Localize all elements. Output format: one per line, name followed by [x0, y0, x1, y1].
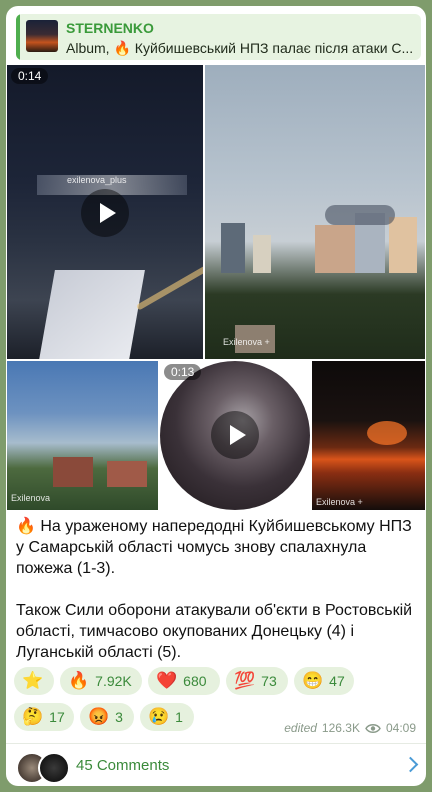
grin-icon: 😁 [302, 671, 324, 690]
view-count: 126.3K [321, 721, 360, 735]
reaction-cry[interactable]: 😢 1 [140, 703, 194, 731]
reaction-heart[interactable]: ❤️ 680 [148, 667, 220, 695]
forwarded-reply-preview[interactable]: STERNENKO Album, 🔥 Куйбишевський НПЗ пал… [16, 14, 421, 60]
reaction-count: 73 [261, 673, 277, 689]
red-building [53, 457, 93, 487]
watermark: Exilenova + [316, 497, 363, 507]
play-icon[interactable] [81, 189, 129, 237]
reaction-count: 17 [49, 709, 65, 725]
chevron-right-icon [402, 756, 419, 773]
reaction-thinking[interactable]: 🤔 17 [14, 703, 74, 731]
edited-label: edited [284, 721, 317, 735]
comments-label: 45 Comments [76, 757, 170, 774]
media-photo-3[interactable]: Exilenova [7, 361, 158, 510]
video-duration-badge: 0:14 [11, 68, 49, 84]
comments-button[interactable]: 45 Comments [6, 744, 426, 786]
road-lights [135, 265, 203, 311]
reply-thumbnail [26, 20, 58, 52]
message-time: 04:09 [385, 721, 416, 735]
reaction-angry[interactable]: 😡 3 [80, 703, 134, 731]
reply-preview-text: Album, 🔥 Куйбишевський НПЗ палає після а… [66, 40, 414, 56]
reaction-count: 47 [329, 673, 345, 689]
heart-icon: ❤️ [156, 671, 178, 690]
reply-channel-name: STERNENKO [66, 20, 154, 36]
play-icon[interactable] [211, 411, 259, 459]
fire-icon: 🔥 [68, 671, 90, 690]
media-video-1[interactable]: 0:14 exilenova_plus [7, 65, 203, 359]
reaction-grin[interactable]: 😁 47 [294, 667, 354, 695]
media-video-4[interactable]: 0:13 [160, 361, 310, 510]
reaction-fire[interactable]: 🔥 7.92K [60, 667, 142, 695]
smoke-plume [325, 205, 395, 225]
building-unit [39, 270, 145, 359]
star-icon: ⭐ [22, 671, 44, 690]
reaction-star[interactable]: ⭐ [14, 667, 54, 695]
hundred-icon: 💯 [234, 671, 256, 690]
reaction-count: 7.92K [95, 673, 132, 689]
fire-glow [367, 421, 407, 445]
watermark: Exilenova [11, 493, 51, 503]
eye-icon [365, 723, 381, 733]
reaction-count: 1 [175, 709, 183, 725]
building [315, 225, 355, 273]
angry-icon: 😡 [88, 707, 110, 726]
message-caption: 🔥 На ураженому напередодні Куйбишевськом… [16, 518, 413, 661]
video-duration-badge: 0:13 [164, 364, 202, 380]
message-meta: edited 126.3K 04:09 [284, 721, 416, 735]
thinking-icon: 🤔 [22, 707, 44, 726]
message-bubble: STERNENKO Album, 🔥 Куйбишевський НПЗ пал… [6, 6, 426, 786]
watermark: exilenova_plus [67, 175, 127, 185]
reply-accent-bar [16, 14, 20, 60]
reaction-count: 680 [183, 673, 207, 689]
building [389, 217, 417, 273]
building [221, 223, 245, 273]
commenter-avatar [38, 752, 70, 784]
reaction-count: 3 [115, 709, 123, 725]
media-photo-2[interactable]: Exilenova + [205, 65, 425, 359]
reaction-hundred[interactable]: 💯 73 [226, 667, 288, 695]
watermark: Exilenova + [223, 337, 270, 347]
cry-icon: 😢 [148, 707, 170, 726]
red-building [107, 461, 147, 487]
building [253, 235, 271, 273]
media-photo-5[interactable]: Exilenova + [312, 361, 425, 510]
